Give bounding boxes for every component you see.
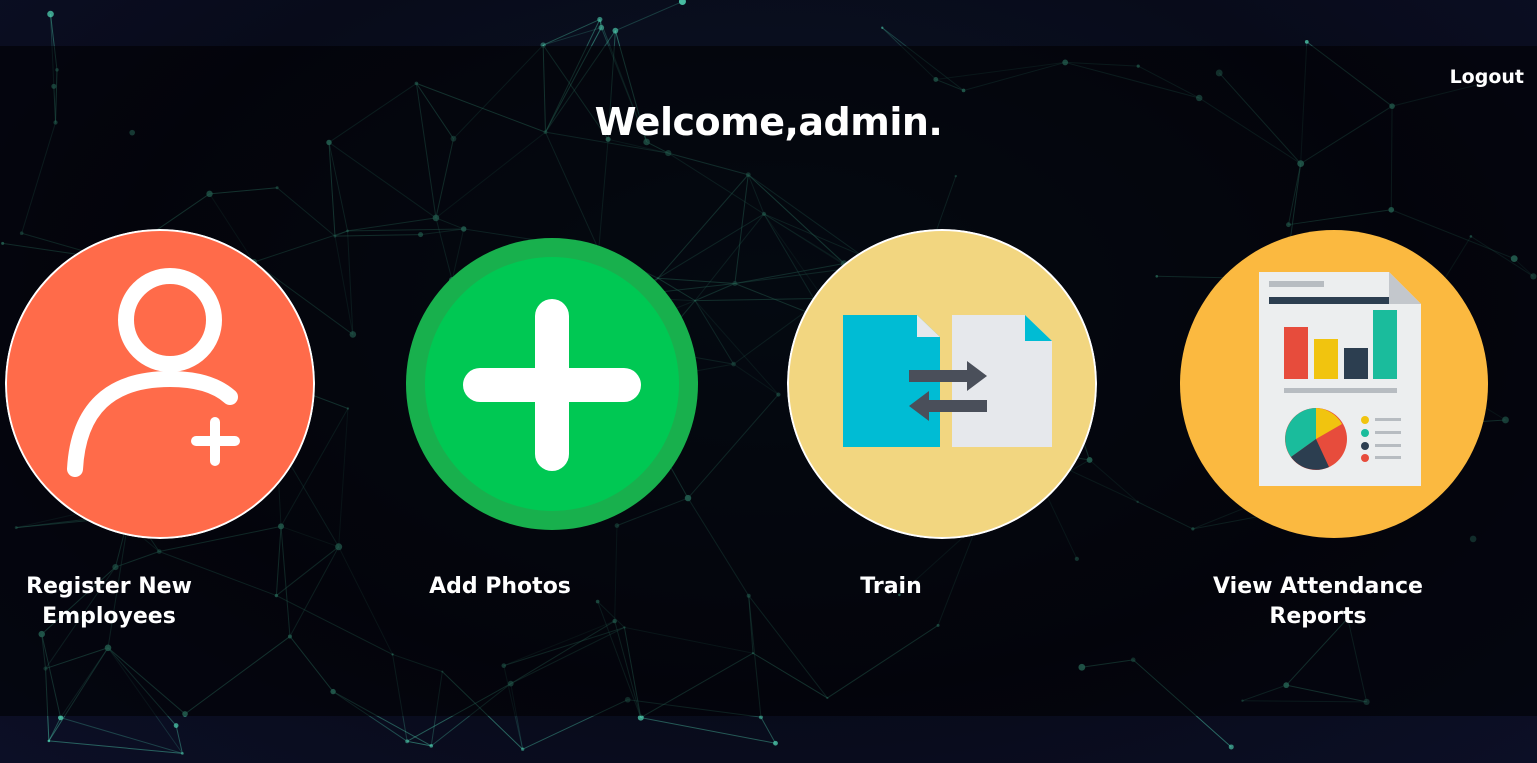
file-transfer-icon bbox=[787, 229, 1097, 539]
add-photos-button[interactable] bbox=[397, 229, 707, 539]
welcome-heading: Welcome,admin. bbox=[594, 100, 943, 144]
train-button[interactable] bbox=[787, 229, 1097, 539]
report-chart-icon bbox=[1180, 230, 1488, 538]
attendance-reports-label: View Attendance Reports bbox=[1213, 574, 1423, 629]
register-employees-label: Register New Employees bbox=[26, 574, 192, 629]
train-label: Train bbox=[860, 574, 922, 599]
dashboard-page: Logout Welcome,admin. Register New Emplo… bbox=[0, 0, 1537, 763]
logout-link[interactable]: Logout bbox=[1450, 66, 1524, 88]
attendance-reports-button[interactable] bbox=[1179, 229, 1489, 539]
plus-icon bbox=[406, 238, 698, 530]
add-user-icon bbox=[5, 229, 315, 539]
register-employees-button[interactable] bbox=[5, 229, 315, 539]
add-photos-label: Add Photos bbox=[429, 574, 571, 599]
